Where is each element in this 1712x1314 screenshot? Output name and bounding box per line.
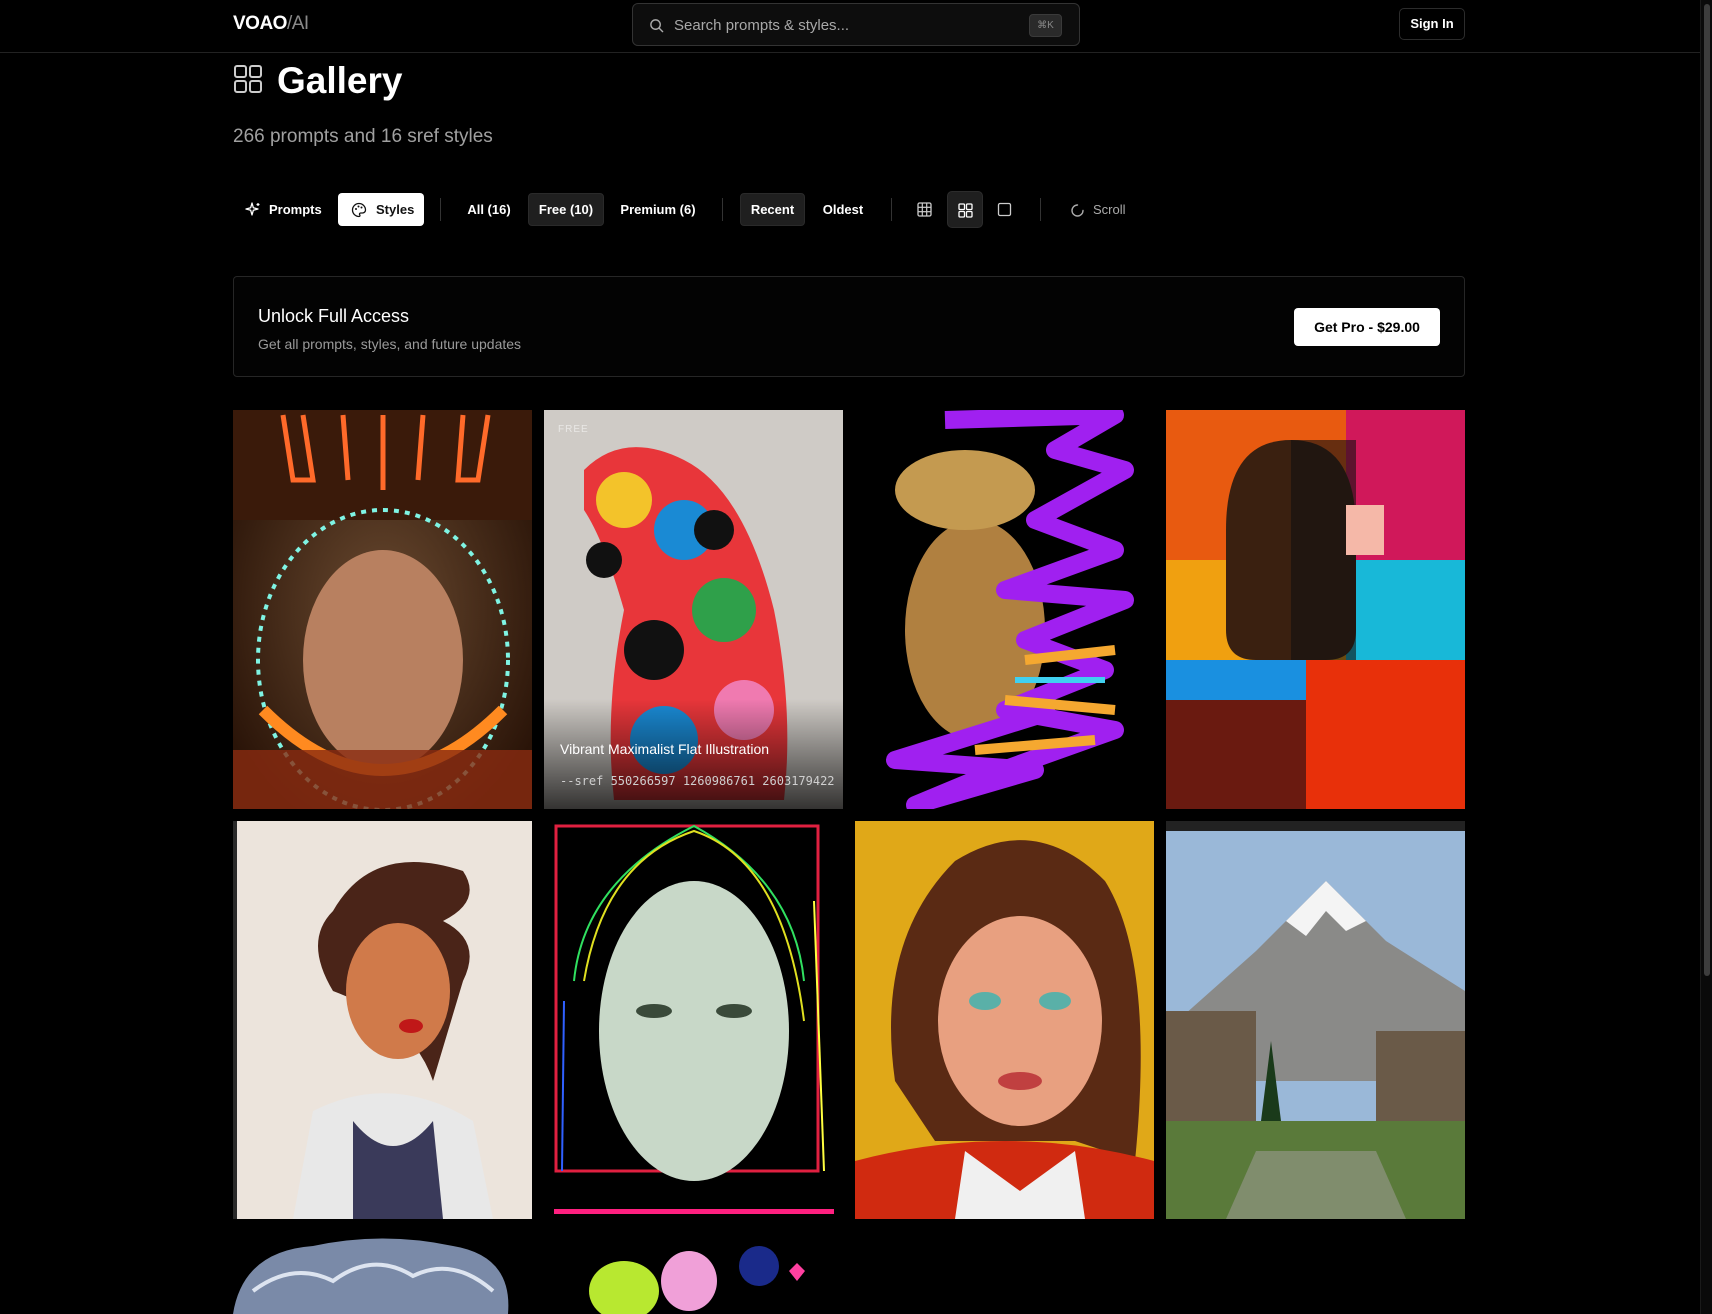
- logo-slash: /AI: [286, 13, 309, 34]
- view-single-button[interactable]: [987, 191, 1023, 228]
- search-placeholder: Search prompts & styles...: [674, 17, 850, 34]
- filter-prompts-label: Prompts: [269, 202, 322, 217]
- card-image: [544, 1231, 843, 1314]
- filter-styles-label: Styles: [376, 202, 415, 217]
- banner-heading: Unlock Full Access: [258, 306, 410, 326]
- scrollbar[interactable]: [1700, 0, 1712, 1314]
- gallery-card-curly-hair[interactable]: [233, 1231, 532, 1314]
- search-input[interactable]: Search prompts & styles... ⌘K: [632, 3, 1080, 46]
- palette-icon: [351, 202, 367, 218]
- card-image: [233, 410, 532, 809]
- view-grid-small-button[interactable]: [907, 191, 943, 228]
- card-sref[interactable]: --sref 550266597 1260986761 2603179422 1: [560, 774, 843, 788]
- gallery-card-astronaut[interactable]: [233, 410, 532, 809]
- scroll-toggle[interactable]: Scroll: [1058, 193, 1138, 226]
- search-icon: [650, 19, 664, 33]
- gallery-card-geometric-face[interactable]: [1166, 410, 1465, 809]
- filter-styles[interactable]: Styles: [338, 193, 424, 226]
- sort-oldest[interactable]: Oldest: [813, 193, 873, 226]
- gallery-card-mountain-village[interactable]: [1166, 821, 1465, 1219]
- scrollbar-thumb[interactable]: [1704, 4, 1710, 976]
- card-image: [855, 410, 1154, 809]
- spinner-icon: [1071, 204, 1084, 217]
- divider: [891, 198, 892, 221]
- view-grid-large-button[interactable]: [947, 191, 983, 228]
- page-subtitle: 266 prompts and 16 sref styles: [233, 126, 493, 147]
- gallery-card-leopard[interactable]: FREE Vibrant Maximalist Flat Illustratio…: [544, 410, 843, 809]
- grid-large-icon: [958, 203, 973, 218]
- sort-recent[interactable]: Recent: [740, 193, 805, 226]
- divider: [722, 198, 723, 221]
- divider: [1040, 198, 1041, 221]
- gallery-card-cute-monsters[interactable]: [544, 1231, 843, 1314]
- card-image: [1166, 410, 1465, 809]
- single-view-icon: [997, 202, 1012, 217]
- gallery-card-freckled-girl[interactable]: [855, 821, 1154, 1219]
- filter-all[interactable]: All (16): [458, 193, 520, 226]
- gallery-card-scan-portrait[interactable]: [544, 821, 843, 1219]
- top-nav: VOAO/AI Search prompts & styles... ⌘K Si…: [0, 0, 1700, 53]
- page-title: Gallery: [277, 60, 403, 101]
- logo[interactable]: VOAO/AI: [233, 13, 309, 35]
- card-image: [233, 1231, 532, 1314]
- pro-banner: Unlock Full Access Get all prompts, styl…: [233, 276, 1465, 377]
- gallery-card-cartoon-woman[interactable]: [233, 821, 532, 1219]
- filter-prompts[interactable]: Prompts: [235, 193, 323, 226]
- filter-free[interactable]: Free (10): [528, 193, 604, 226]
- card-image: [233, 821, 532, 1219]
- sign-in-button[interactable]: Sign In: [1399, 8, 1465, 40]
- grid-small-icon: [917, 202, 932, 217]
- banner-text: Get all prompts, styles, and future upda…: [258, 336, 522, 352]
- free-badge: FREE: [558, 424, 589, 435]
- sparkle-icon: [245, 202, 260, 216]
- filter-premium[interactable]: Premium (6): [612, 193, 704, 226]
- card-title: Vibrant Maximalist Flat Illustration: [560, 741, 770, 757]
- card-image: [544, 821, 843, 1219]
- gallery-grid-icon: [234, 65, 262, 93]
- card-image: [1166, 821, 1465, 1219]
- scroll-label: Scroll: [1093, 202, 1126, 217]
- logo-bold: VOAO: [233, 13, 287, 34]
- card-image: [855, 821, 1154, 1219]
- get-pro-button[interactable]: Get Pro - $29.00: [1294, 308, 1440, 346]
- gallery-card-glitch-portrait[interactable]: [855, 410, 1154, 809]
- divider: [440, 198, 441, 221]
- search-shortcut: ⌘K: [1029, 14, 1062, 37]
